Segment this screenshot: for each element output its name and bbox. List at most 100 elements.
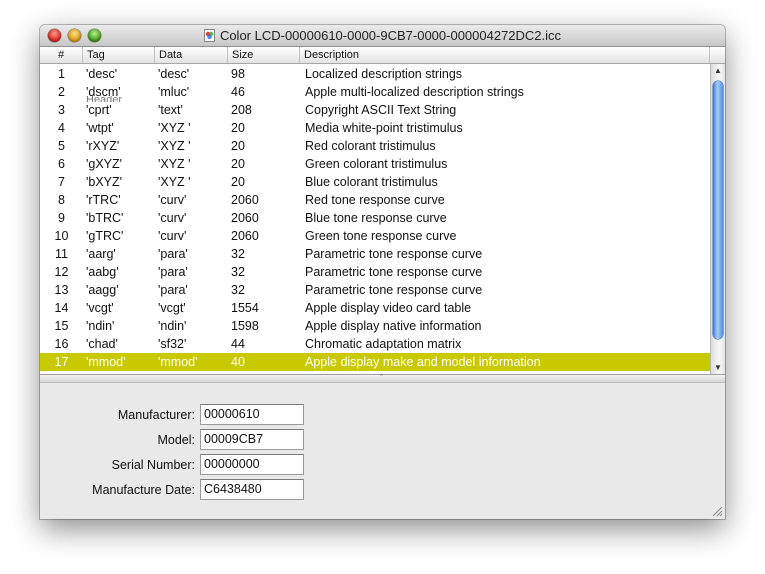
cell-data: 'text' bbox=[158, 103, 183, 117]
cell-data: 'sf32' bbox=[158, 337, 187, 351]
window-title: Color LCD-00000610-0000-9CB7-0000-000004… bbox=[219, 28, 562, 43]
cell-size: 1554 bbox=[231, 301, 259, 315]
cell-number: 11 bbox=[55, 247, 68, 261]
cell-tag: 'bXYZ' bbox=[86, 175, 123, 189]
column-header-number[interactable]: # bbox=[40, 47, 83, 63]
cell-size: 1598 bbox=[231, 319, 259, 333]
cell-tag: 'aagg' bbox=[86, 283, 119, 297]
cell-description: Apple display make and model information bbox=[305, 355, 541, 369]
cell-tag: 'vcgt' bbox=[86, 301, 114, 315]
manufacture-date-field[interactable]: C6438480 bbox=[200, 479, 304, 500]
window-title-wrap: Color LCD-00000610-0000-9CB7-0000-000004… bbox=[40, 25, 725, 46]
table-row[interactable]: 2 'dscm' 'mluc' 46 Apple multi-localized des… bbox=[40, 83, 710, 101]
cell-number: 2 bbox=[58, 85, 65, 99]
cell-description: Parametric tone response curve bbox=[305, 265, 483, 279]
cell-description: Red tone response curve bbox=[305, 193, 445, 207]
cell-tag: 'chad' bbox=[86, 337, 118, 351]
cell-tag: 'ndin' bbox=[86, 319, 115, 333]
cell-number: 15 bbox=[54, 319, 69, 333]
cell-number: 9 bbox=[58, 211, 65, 225]
cell-size: 2060 bbox=[231, 229, 259, 243]
tag-table[interactable]: Header 1'desc''desc' 98 Localized descript… bbox=[40, 64, 710, 374]
cell-number: 1 bbox=[58, 67, 65, 81]
serial-number-row: Serial Number: 00000000 bbox=[40, 454, 304, 476]
title-bar[interactable]: Color LCD-00000610-0000-9CB7-0000-000004… bbox=[40, 25, 725, 47]
cell-data: 'mmod' bbox=[158, 355, 198, 369]
cell-description: Apple multi-localized description string… bbox=[305, 85, 524, 99]
table-row[interactable]: 16 'chad' 'sf32' 44 Chromatic adaptation mat… bbox=[40, 335, 710, 353]
cell-description: Localized description strings bbox=[305, 67, 463, 81]
table-row[interactable]: 12 'aabg' 'para' 32 Parametric tone response… bbox=[40, 263, 710, 281]
cell-number: 17 bbox=[54, 355, 69, 369]
cell-data: 'curv' bbox=[158, 211, 187, 225]
split-view-divider[interactable]: ˆ bbox=[40, 374, 725, 383]
profile-window: Color LCD-00000610-0000-9CB7-0000-000004… bbox=[40, 25, 725, 519]
model-row: Model: 00009CB7 bbox=[40, 429, 304, 451]
cell-number: 10 bbox=[54, 229, 69, 243]
cell-data: 'vcgt' bbox=[158, 301, 186, 315]
column-header-tag[interactable]: Tag bbox=[83, 47, 155, 63]
table-row[interactable]: 8 'rTRC' 'curv' 2060 Red tone response curve bbox=[40, 191, 710, 209]
column-header-description[interactable]: Description bbox=[300, 47, 710, 63]
cell-tag: 'gTRC' bbox=[86, 229, 124, 243]
cell-tag: 'desc' bbox=[86, 67, 118, 81]
cell-data: 'curv' bbox=[158, 229, 187, 243]
cell-number: 7 bbox=[58, 175, 65, 189]
cell-description: Parametric tone response curve bbox=[305, 283, 483, 297]
table-row[interactable]: 13 'aagg' 'para' 32 Parametric tone response… bbox=[40, 281, 710, 299]
cell-size: 20 bbox=[231, 175, 245, 189]
column-header-size[interactable]: Size bbox=[228, 47, 300, 63]
cell-number: 4 bbox=[58, 121, 65, 135]
cell-size: 2060 bbox=[231, 211, 259, 225]
table-row[interactable]: 10 'gTRC' 'curv' 2060 Green tone response cu… bbox=[40, 227, 710, 245]
cell-description: Blue colorant tristimulus bbox=[305, 175, 438, 189]
table-row[interactable]: 11 'aarg' 'para' 32 Parametric tone response… bbox=[40, 245, 710, 263]
cell-size: 20 bbox=[231, 139, 245, 153]
table-row[interactable]: 15 'ndin' 'ndin' 1598 Apple display native i… bbox=[40, 317, 710, 335]
scroll-up-arrow-icon[interactable]: ▲ bbox=[711, 64, 725, 77]
column-header-data[interactable]: Data bbox=[155, 47, 228, 63]
cell-data: 'desc' bbox=[158, 67, 190, 81]
cell-data: 'XYZ ' bbox=[158, 121, 191, 135]
serial-number-field[interactable]: 00000000 bbox=[200, 454, 304, 475]
table-row-selected[interactable]: 17 'mmod' 'mmod' 40 Apple display make and m… bbox=[40, 353, 710, 371]
table-row[interactable]: 14 'vcgt' 'vcgt' 1554 Apple display video ca… bbox=[40, 299, 710, 317]
vertical-scrollbar[interactable]: ▲ ▼ bbox=[710, 64, 725, 374]
table-row[interactable]: 4 'wtpt' 'XYZ ' 20 Media white-point tristim… bbox=[40, 119, 710, 137]
table-row[interactable]: 5 'rXYZ' 'XYZ ' 20 Red colorant tristimulus bbox=[40, 137, 710, 155]
cell-tag: 'bTRC' bbox=[86, 211, 124, 225]
model-field[interactable]: 00009CB7 bbox=[200, 429, 304, 450]
table-header: # Tag Data Size Description bbox=[40, 47, 725, 64]
cell-size: 40 bbox=[231, 355, 245, 369]
cell-number: 12 bbox=[54, 265, 69, 279]
resize-grip-icon[interactable] bbox=[712, 506, 723, 517]
scroll-thumb[interactable] bbox=[713, 81, 723, 339]
cell-data: 'XYZ ' bbox=[158, 139, 191, 153]
cell-number: 14 bbox=[54, 301, 69, 315]
cell-data: 'para' bbox=[158, 247, 188, 261]
cell-data: 'para' bbox=[158, 283, 188, 297]
scroll-down-arrow-icon[interactable]: ▼ bbox=[711, 361, 725, 374]
cell-size: 46 bbox=[231, 85, 245, 99]
cell-description: Green tone response curve bbox=[305, 229, 457, 243]
manufacturer-field[interactable]: 00000610 bbox=[200, 404, 304, 425]
cell-data: 'ndin' bbox=[158, 319, 187, 333]
cell-size: 208 bbox=[231, 103, 252, 117]
manufacturer-label: Manufacturer: bbox=[117, 408, 195, 422]
cell-size: 2060 bbox=[231, 193, 259, 207]
table-row[interactable]: 6 'gXYZ' 'XYZ ' 20 Green colorant tristimulu… bbox=[40, 155, 710, 173]
table-row[interactable]: 7 'bXYZ' 'XYZ ' 20 Blue colorant tristimulus bbox=[40, 173, 710, 191]
table-row[interactable]: 9 'bTRC' 'curv' 2060 Blue tone response curv… bbox=[40, 209, 710, 227]
manufacture-date-label: Manufacture Date: bbox=[92, 483, 195, 497]
table-row[interactable]: 3 'cprt' 'text' 208 Copyright ASCII Text Str… bbox=[40, 101, 710, 119]
cell-size: 32 bbox=[231, 283, 245, 297]
cell-size: 20 bbox=[231, 121, 245, 135]
cell-number: 13 bbox=[54, 283, 69, 297]
cell-description: Apple display video card table bbox=[305, 301, 472, 315]
cell-tag: 'dscm' bbox=[86, 85, 121, 99]
cell-size: 32 bbox=[231, 265, 245, 279]
icc-document-icon[interactable] bbox=[203, 29, 215, 42]
cell-number: 16 bbox=[54, 337, 69, 351]
table-row[interactable]: 1 'desc' 'desc' 98 Localized description str… bbox=[40, 65, 710, 83]
cell-description: Blue tone response curve bbox=[305, 211, 447, 225]
